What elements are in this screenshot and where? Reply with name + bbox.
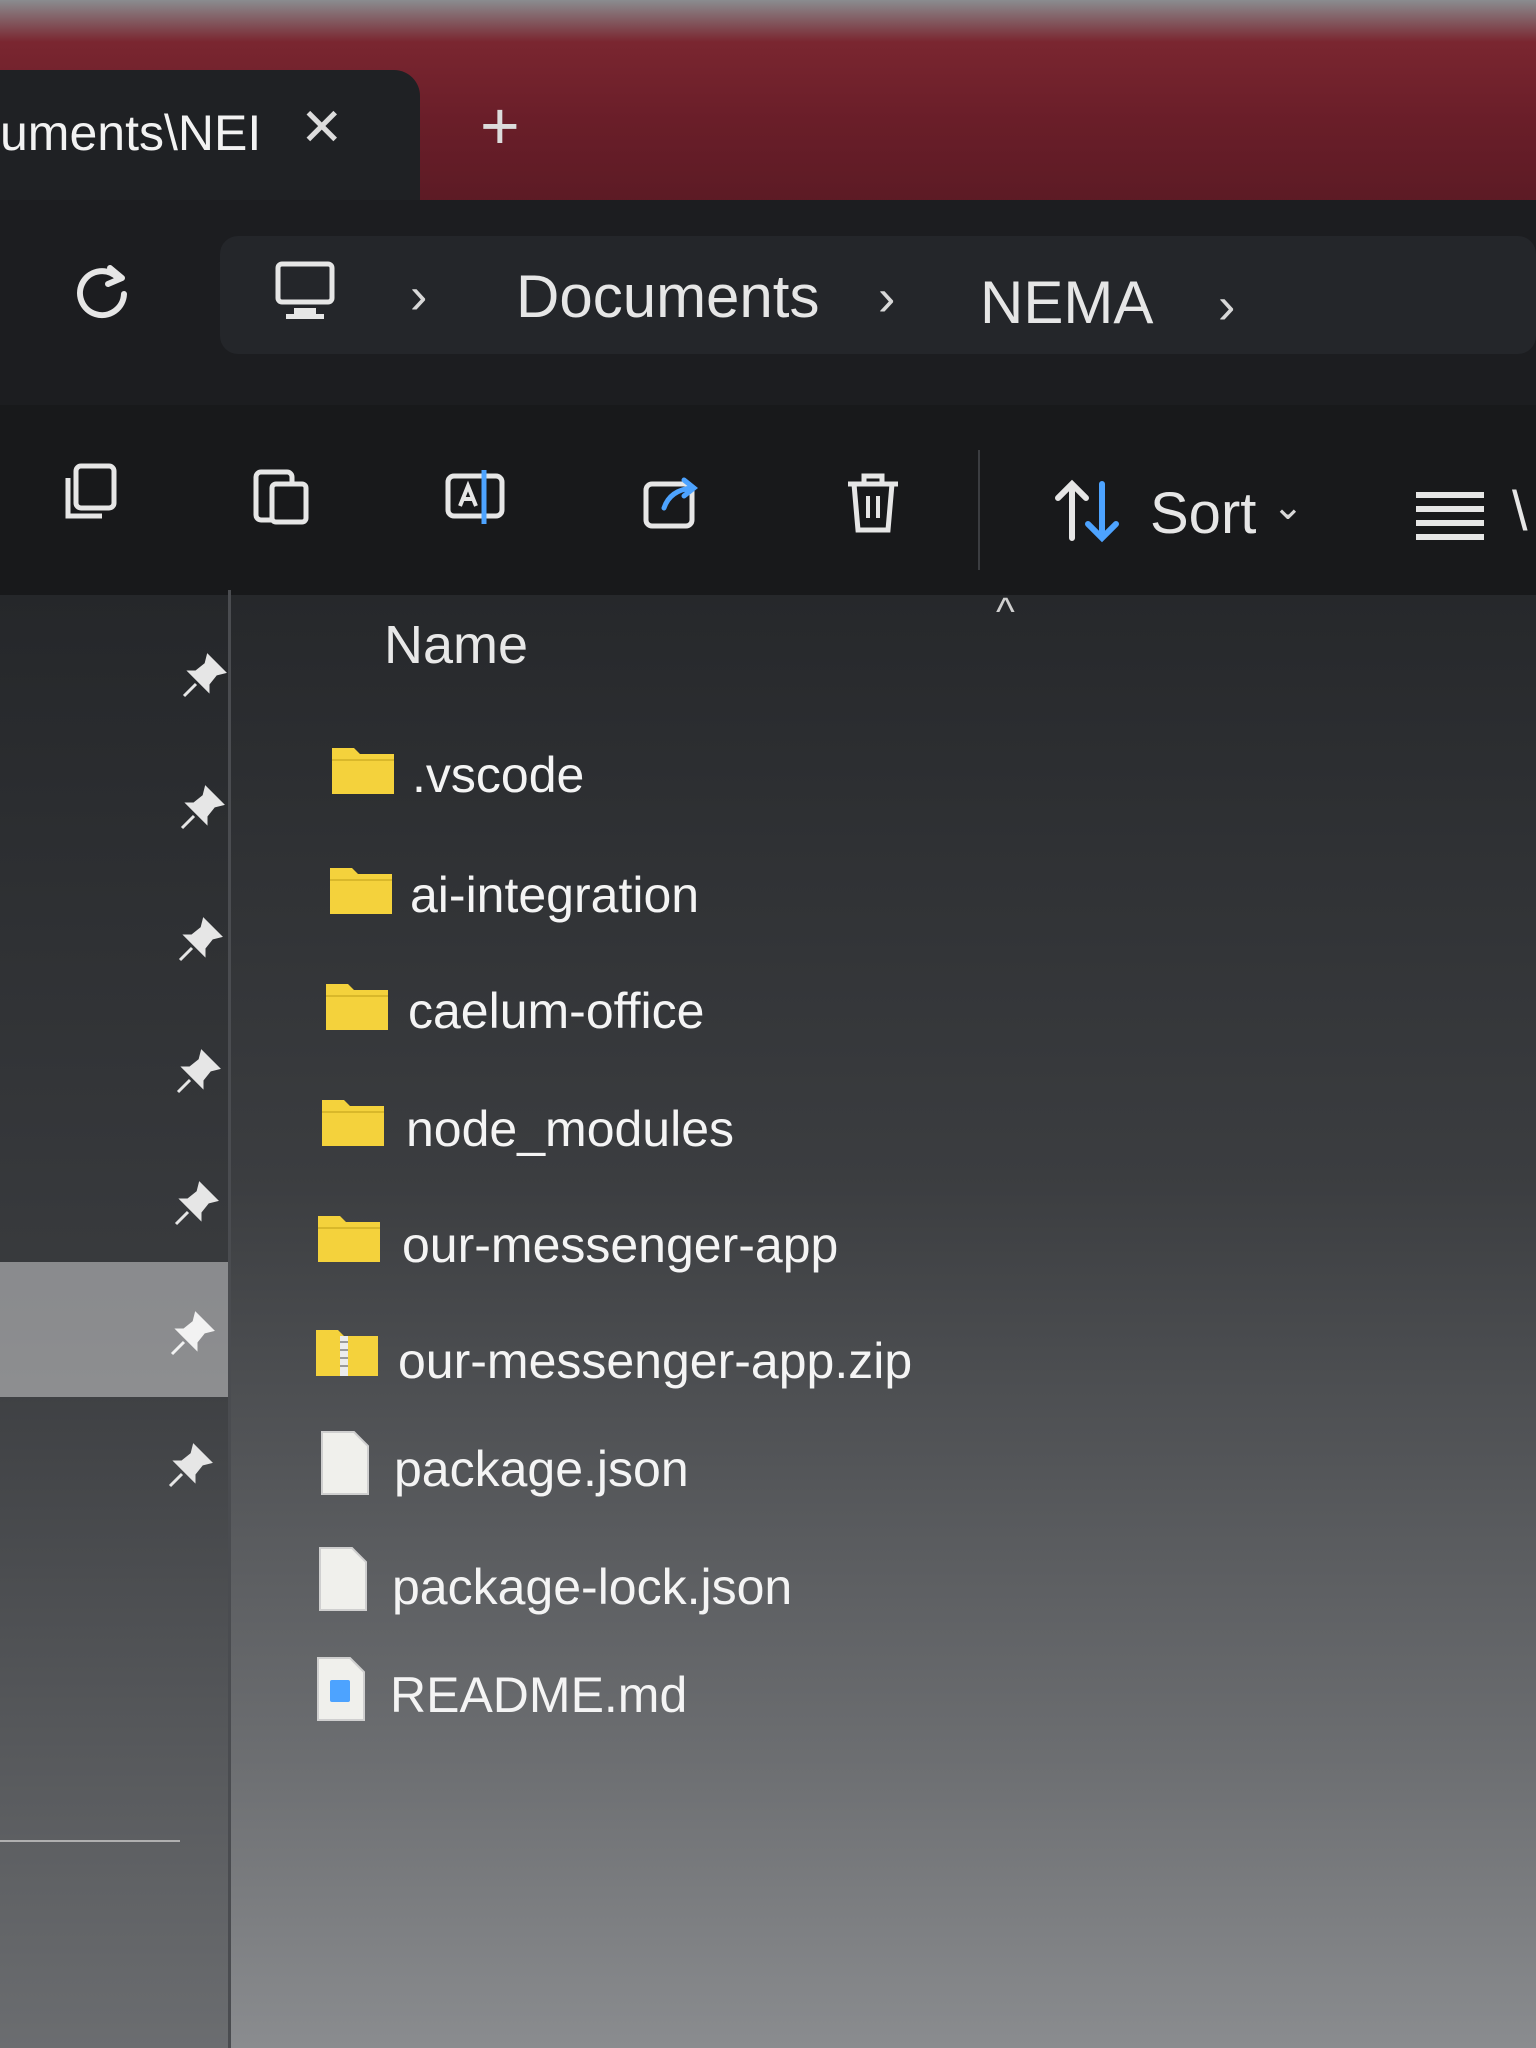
file-name: caelum-office	[408, 983, 705, 1039]
view-chevron-icon[interactable]: \	[1512, 478, 1528, 543]
markdown-file-icon	[317, 1657, 365, 1721]
file-name: our-messenger-app	[402, 1217, 839, 1273]
list-item[interactable]: caelum-office	[306, 964, 1306, 1054]
sidebar-divider	[0, 1840, 180, 1842]
breadcrumb-separator-icon: ›	[410, 267, 428, 325]
view-list-icon[interactable]	[1414, 488, 1486, 544]
pin-icon[interactable]	[166, 1308, 218, 1360]
paste-icon[interactable]	[248, 462, 314, 528]
file-name: package.json	[394, 1441, 689, 1497]
list-item[interactable]: node_modules	[302, 1080, 1302, 1170]
pin-icon[interactable]	[172, 1046, 224, 1098]
folder-icon	[322, 1100, 384, 1146]
sort-ascending-caret-icon: ^	[996, 590, 1015, 634]
new-tab-button[interactable]: +	[480, 92, 520, 160]
file-icon	[319, 1547, 367, 1611]
sort-dropdown-chevron-icon[interactable]: ⌄	[1272, 484, 1304, 529]
list-item[interactable]: ai-integration	[310, 848, 1310, 938]
toolbar-separator	[978, 450, 980, 570]
copy-icon[interactable]	[58, 460, 124, 526]
sort-button[interactable]: Sort	[1150, 480, 1256, 547]
share-icon[interactable]	[640, 468, 706, 534]
file-icon	[321, 1431, 369, 1495]
list-item[interactable]: our-messenger-app	[298, 1196, 1298, 1286]
folder-icon	[318, 1216, 380, 1262]
breadcrumb-nema[interactable]: NEMA	[980, 268, 1153, 337]
folder-icon	[332, 748, 394, 794]
file-name: .vscode	[412, 747, 585, 803]
folder-icon	[330, 868, 392, 914]
list-item[interactable]: package-lock.json	[312, 1540, 1312, 1630]
file-name: node_modules	[406, 1101, 735, 1157]
pin-icon[interactable]	[178, 650, 230, 702]
file-name: ai-integration	[410, 867, 700, 923]
delete-icon[interactable]	[840, 470, 906, 536]
zip-folder-icon	[316, 1330, 378, 1376]
folder-icon	[326, 984, 388, 1030]
sort-icon[interactable]	[1050, 474, 1124, 548]
pin-icon[interactable]	[176, 782, 228, 834]
rename-icon[interactable]	[442, 464, 508, 530]
column-header-name[interactable]: Name	[384, 614, 528, 676]
list-item[interactable]: our-messenger-app.zip	[296, 1310, 1296, 1400]
close-tab-icon[interactable]: ✕	[300, 98, 344, 158]
pin-icon[interactable]	[164, 1440, 216, 1492]
breadcrumb-separator-icon: ›	[878, 269, 896, 327]
pin-icon[interactable]	[174, 914, 226, 966]
file-name: README.md	[390, 1667, 688, 1723]
breadcrumb-expand-chevron-icon[interactable]: ›	[1218, 276, 1235, 336]
list-item[interactable]: README.md	[310, 1650, 1310, 1740]
refresh-icon[interactable]	[70, 258, 134, 322]
this-pc-icon[interactable]	[270, 256, 340, 326]
file-name: package-lock.json	[392, 1559, 793, 1615]
list-item[interactable]: .vscode	[312, 728, 1312, 818]
breadcrumb-documents[interactable]: Documents	[516, 262, 819, 331]
list-item[interactable]: package.json	[314, 1424, 1314, 1514]
tab-title[interactable]: uments\NEI	[0, 104, 261, 162]
pin-icon[interactable]	[170, 1178, 222, 1230]
command-bar	[0, 405, 1536, 595]
file-name: our-messenger-app.zip	[398, 1333, 913, 1389]
